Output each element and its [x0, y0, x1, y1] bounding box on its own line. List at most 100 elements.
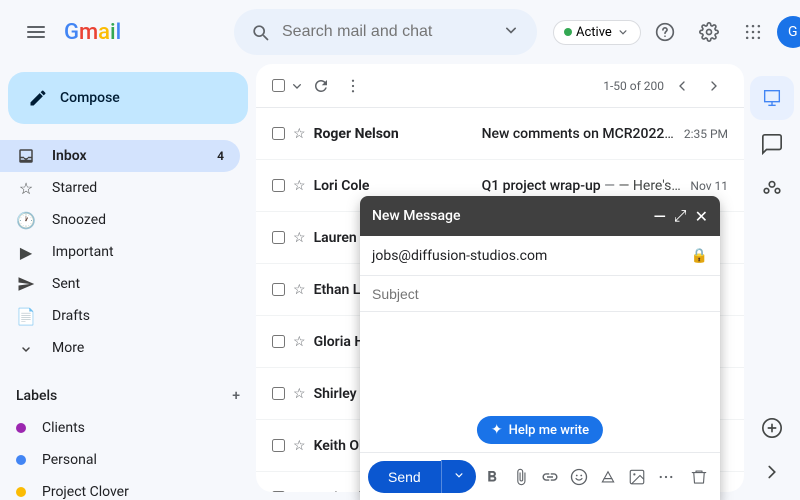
label-name: Project Clover: [42, 484, 129, 500]
add-label-button[interactable]: +: [232, 388, 240, 404]
email-sender: Lori Cole: [314, 178, 474, 194]
compose-to-email: jobs@diffusion-studios.com: [372, 248, 691, 264]
avatar[interactable]: G: [777, 16, 800, 48]
sidebar-item-inbox[interactable]: Inbox 4: [0, 140, 240, 172]
collapse-icon-button[interactable]: [752, 452, 792, 492]
compose-subject-input[interactable]: [372, 286, 708, 302]
compose-to-field[interactable]: jobs@diffusion-studios.com 🔒: [360, 236, 720, 276]
more-options-button[interactable]: [337, 70, 369, 102]
star-toggle[interactable]: ☆: [293, 126, 306, 142]
label-item-clients-1[interactable]: Clients: [0, 412, 240, 444]
sidebar-item-important[interactable]: ▶ Important: [0, 236, 240, 268]
label-dot: [16, 487, 26, 497]
compose-toolbar: Send: [360, 452, 720, 500]
compose-header[interactable]: New Message — ⤢ ✕: [360, 196, 720, 236]
chat-icon-button[interactable]: [752, 124, 792, 164]
delete-compose-button[interactable]: [687, 461, 712, 493]
email-list-header: 1-50 of 200: [256, 64, 744, 108]
email-checkbox[interactable]: [272, 335, 285, 348]
snoozed-label: Snoozed: [52, 212, 224, 228]
add-icon-button[interactable]: [752, 408, 792, 448]
send-dropdown-button[interactable]: [441, 460, 476, 493]
format-text-button[interactable]: [480, 461, 505, 493]
topbar: Gmail Active G: [0, 0, 800, 64]
more-options-toolbar-button[interactable]: [654, 461, 679, 493]
attach-file-button[interactable]: [509, 461, 534, 493]
star-toggle[interactable]: ☆: [293, 178, 306, 194]
sent-icon: [16, 275, 36, 293]
prev-page-button[interactable]: [668, 72, 696, 100]
compose-minimize-button[interactable]: —: [653, 207, 665, 226]
sidebar-item-more[interactable]: More: [0, 332, 240, 364]
star-toggle[interactable]: ☆: [293, 282, 306, 298]
settings-button[interactable]: [689, 12, 729, 52]
compose-title: New Message: [372, 208, 653, 224]
select-all-checkbox[interactable]: [272, 79, 285, 92]
label-name: Clients: [42, 420, 85, 436]
compose-body[interactable]: ✦ Help me write: [360, 312, 720, 452]
apps-button[interactable]: [733, 12, 773, 52]
insert-emoji-button[interactable]: [567, 461, 592, 493]
labels-header: Labels +: [0, 380, 256, 412]
insert-link-button[interactable]: [538, 461, 563, 493]
labels-title: Labels: [16, 388, 57, 404]
spaces-icon-button[interactable]: [752, 168, 792, 208]
sidebar-item-starred[interactable]: ☆ Starred: [0, 172, 240, 204]
help-button[interactable]: [645, 12, 685, 52]
select-dropdown-icon[interactable]: [289, 78, 305, 94]
next-page-button[interactable]: [700, 72, 728, 100]
label-item-personal-1[interactable]: Personal: [0, 444, 240, 476]
send-button-group: Send: [368, 460, 476, 493]
meet-icon-button[interactable]: [750, 76, 794, 120]
compose-expand-button[interactable]: ⤢: [674, 206, 687, 226]
email-checkbox[interactable]: [272, 231, 285, 244]
important-icon: ▶: [16, 243, 36, 262]
email-checkbox[interactable]: [272, 179, 285, 192]
ai-icon: ✦: [491, 422, 503, 438]
star-toggle[interactable]: ☆: [293, 334, 306, 350]
menu-icon[interactable]: [16, 12, 56, 52]
topbar-right: Active G: [553, 12, 800, 52]
search-icon: [250, 22, 270, 42]
active-status-badge[interactable]: Active: [553, 20, 641, 45]
search-bar[interactable]: [234, 9, 537, 55]
email-snippet: Q1 project wrap-up — — Here's a list of …: [482, 178, 683, 194]
insert-drive-button[interactable]: [596, 461, 621, 493]
sidebar-item-snoozed[interactable]: 🕐 Snoozed: [0, 204, 240, 236]
email-row[interactable]: ☆ Roger Nelson New comments on MCR2022 d…: [256, 108, 744, 160]
label-item-project-clover-1[interactable]: Project Clover: [0, 476, 240, 500]
sent-label: Sent: [52, 276, 224, 292]
compose-close-button[interactable]: ✕: [695, 207, 708, 226]
star-toggle[interactable]: ☆: [293, 438, 306, 454]
email-time: Nov 11: [690, 179, 728, 193]
more-nav-icon: [16, 339, 36, 357]
sidebar-item-drafts[interactable]: 📄 Drafts: [0, 300, 240, 332]
refresh-button[interactable]: [305, 70, 337, 102]
star-toggle[interactable]: ☆: [293, 386, 306, 402]
email-checkbox[interactable]: [272, 283, 285, 296]
pagination-text: 1-50 of 200: [603, 79, 664, 93]
compose-subject-field[interactable]: [360, 276, 720, 312]
send-button[interactable]: Send: [368, 461, 441, 493]
star-toggle[interactable]: ☆: [293, 230, 306, 246]
drafts-label: Drafts: [52, 308, 224, 324]
email-checkbox[interactable]: [272, 439, 285, 452]
compose-header-icons: — ⤢ ✕: [653, 206, 708, 226]
compose-icon: [28, 88, 48, 108]
star-toggle[interactable]: ☆: [293, 490, 306, 493]
email-checkbox[interactable]: [272, 387, 285, 400]
snoozed-icon: 🕐: [16, 211, 36, 230]
inbox-label: Inbox: [52, 148, 217, 164]
email-checkbox[interactable]: [272, 127, 285, 140]
email-checkbox[interactable]: [272, 491, 285, 492]
pagination: 1-50 of 200: [603, 72, 728, 100]
compose-button[interactable]: Compose: [8, 72, 248, 124]
insert-photo-button[interactable]: [625, 461, 650, 493]
search-expand-icon[interactable]: [501, 20, 521, 44]
active-dot: [564, 28, 572, 36]
compose-lock-icon: 🔒: [691, 248, 708, 264]
search-input[interactable]: [282, 23, 489, 41]
help-me-write-button[interactable]: ✦ Help me write: [477, 416, 603, 444]
sidebar-item-sent[interactable]: Sent: [0, 268, 240, 300]
inbox-count: 4: [217, 149, 224, 163]
